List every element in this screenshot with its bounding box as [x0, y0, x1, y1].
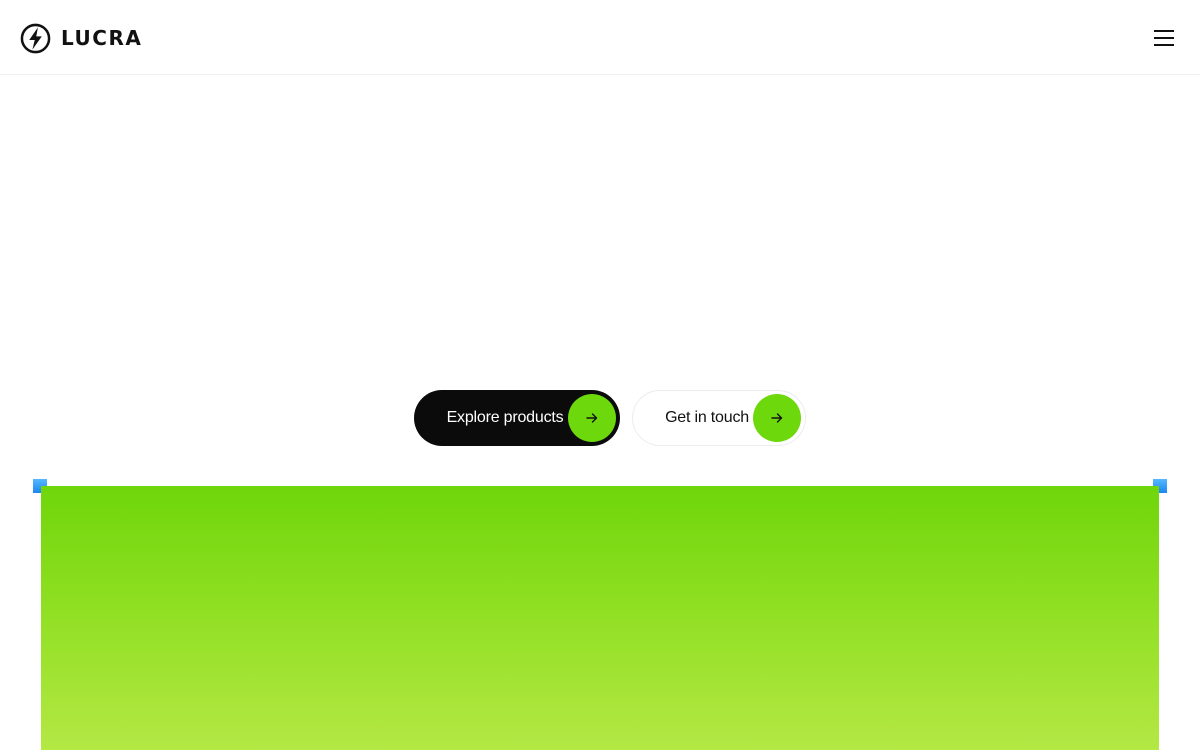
- hamburger-menu-icon: [1154, 30, 1174, 46]
- explore-products-label: Explore products: [446, 409, 564, 426]
- explore-products-arrow-badge: [568, 394, 616, 442]
- brand-name: LUCRA: [61, 26, 143, 50]
- get-in-touch-arrow-badge: [753, 394, 801, 442]
- get-in-touch-label: Get in touch: [665, 409, 749, 426]
- site-header: LUCRA: [0, 0, 1200, 75]
- arrow-right-icon: [771, 413, 783, 423]
- brand-logo-link[interactable]: LUCRA: [20, 22, 142, 54]
- arrow-right-icon: [586, 413, 598, 423]
- page: LUCRA Explore products Get in touch: [0, 0, 1200, 750]
- cta-group: Explore products Get in touch: [414, 390, 806, 446]
- explore-products-button[interactable]: Explore products: [414, 390, 620, 446]
- lightning-bolt-circle-icon: [20, 23, 51, 53]
- get-in-touch-button[interactable]: Get in touch: [632, 390, 806, 446]
- menu-button[interactable]: [1150, 24, 1178, 52]
- hero-green-panel: [41, 486, 1159, 750]
